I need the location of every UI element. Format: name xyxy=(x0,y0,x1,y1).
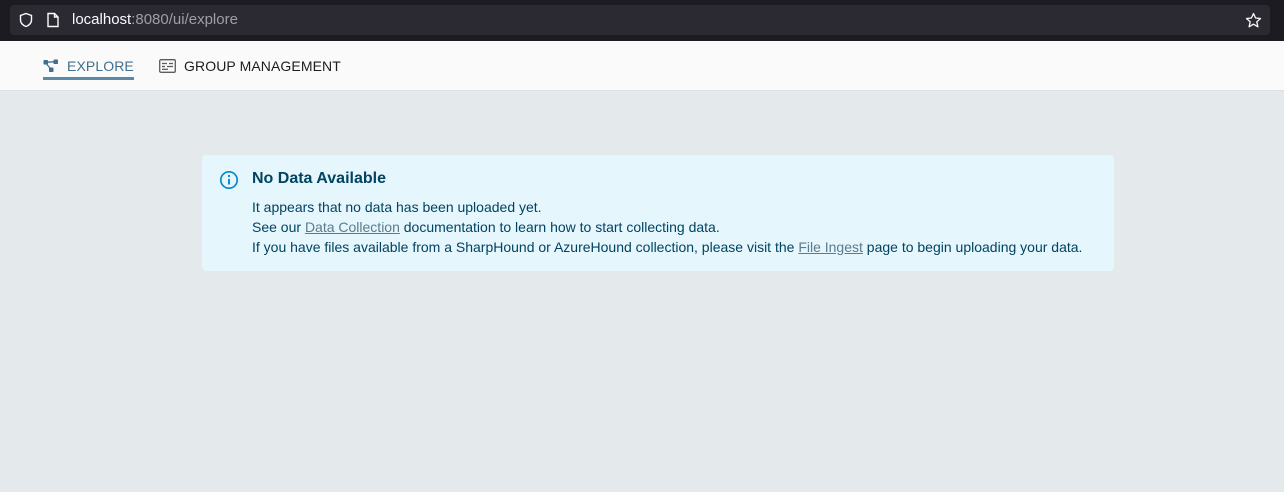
tab-group-management-label: GROUP MANAGEMENT xyxy=(184,58,341,74)
alert-line-2-prefix: See our xyxy=(252,219,305,235)
url-text[interactable]: localhost:8080/ui/explore xyxy=(72,11,238,29)
url-host: localhost xyxy=(72,11,132,28)
info-icon xyxy=(219,170,239,190)
url-path: :8080/ui/explore xyxy=(131,11,238,28)
app-nav: EXPLORE GROUP MANAGEMENT xyxy=(0,41,1284,91)
alert-line-1: It appears that no data has been uploade… xyxy=(252,199,542,215)
alert-line-2: See our Data Collection documentation to… xyxy=(252,217,1082,237)
shield-icon[interactable] xyxy=(18,12,34,28)
alert-line-3-suffix: page to begin uploading your data. xyxy=(862,239,1083,255)
alert-line-3-prefix: If you have files available from a Sharp… xyxy=(252,239,799,255)
id-card-icon xyxy=(159,59,176,73)
alert-line-3: If you have files available from a Sharp… xyxy=(252,237,1082,257)
tab-explore-label: EXPLORE xyxy=(67,58,134,74)
data-collection-link[interactable]: Data Collection xyxy=(305,219,400,235)
alert-title: No Data Available xyxy=(252,170,386,187)
browser-toolbar: localhost:8080/ui/explore xyxy=(0,0,1284,41)
address-bar[interactable]: localhost:8080/ui/explore xyxy=(10,5,1270,35)
page-icon xyxy=(47,12,59,28)
tab-explore[interactable]: EXPLORE xyxy=(43,41,134,91)
alert-line-2-suffix: documentation to learn how to start coll… xyxy=(399,219,720,235)
no-data-alert: No Data Available It appears that no dat… xyxy=(202,155,1114,271)
star-icon[interactable] xyxy=(1245,12,1262,29)
file-ingest-link[interactable]: File Ingest xyxy=(798,239,863,255)
graph-icon xyxy=(43,59,58,72)
alert-body: It appears that no data has been uploade… xyxy=(252,197,1082,257)
tab-group-management[interactable]: GROUP MANAGEMENT xyxy=(159,41,341,91)
